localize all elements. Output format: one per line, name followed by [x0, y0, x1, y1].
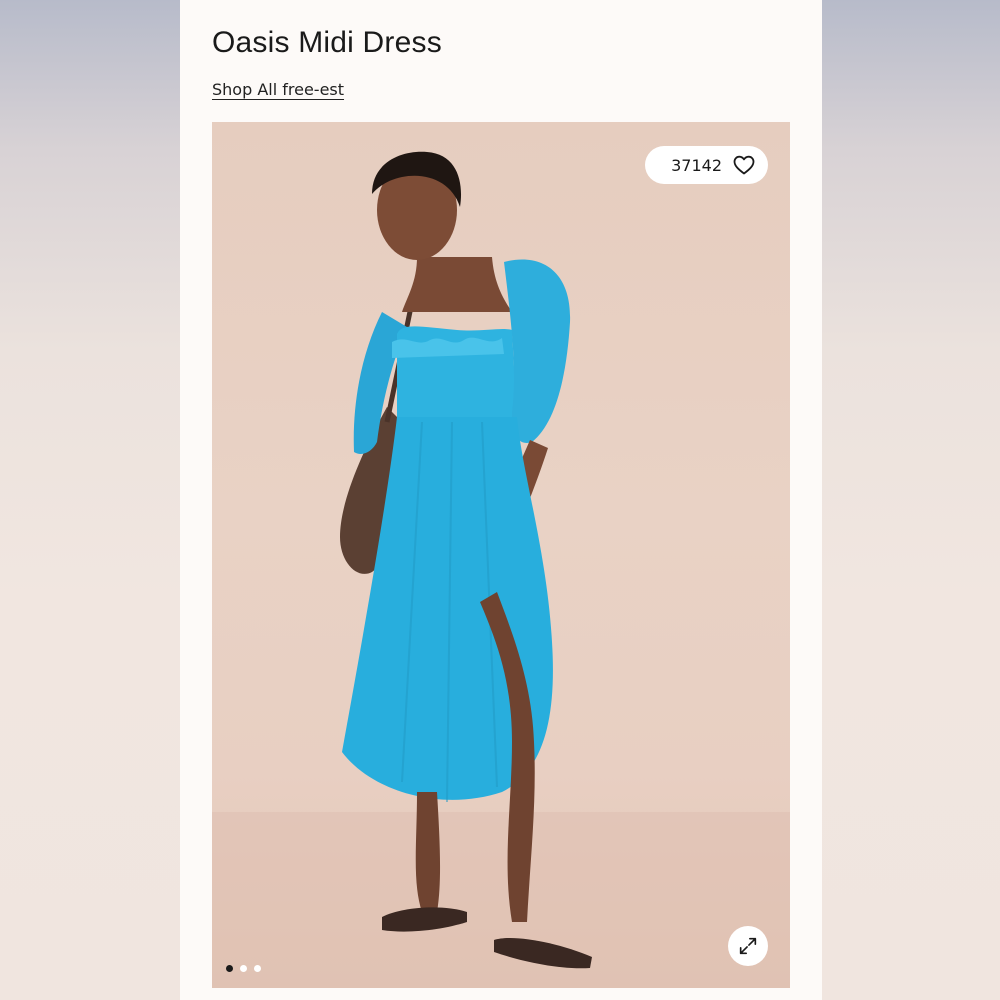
carousel-dot-2[interactable] [240, 965, 247, 972]
carousel-dot-1[interactable] [226, 965, 233, 972]
like-button[interactable]: 37142 [645, 146, 768, 184]
likes-count: 37142 [671, 155, 722, 175]
background-left [0, 0, 180, 1000]
product-image[interactable]: 37142 [212, 122, 790, 988]
expand-image-button[interactable] [728, 926, 768, 966]
carousel-dot-3[interactable] [254, 965, 261, 972]
background-right [822, 0, 1000, 1000]
carousel-dots [226, 965, 261, 972]
heart-outline-icon [733, 155, 755, 175]
shop-all-link[interactable]: Shop All free-est [212, 80, 344, 99]
product-card: Oasis Midi Dress Shop All free-est 37142 [180, 0, 822, 1000]
product-title: Oasis Midi Dress [212, 26, 442, 59]
model-photo [212, 151, 790, 988]
expand-arrows-icon [739, 937, 757, 955]
